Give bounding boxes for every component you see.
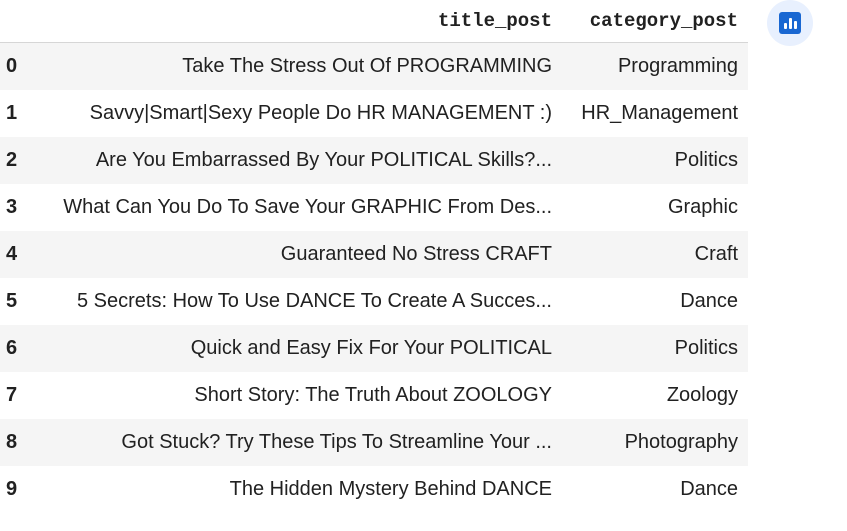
table-row: 4 Guaranteed No Stress CRAFT Craft [0,230,748,278]
cell-title-post: Got Stuck? Try These Tips To Streamline … [121,430,552,453]
cell-title-post: 5 Secrets: How To Use DANCE To Create A … [76,289,552,312]
cell-category-post: Graphic [667,195,738,218]
cell-category-post: Programming [617,54,738,77]
table-row: 7 Short Story: The Truth About ZOOLOGY Zoo… [0,371,748,419]
table-row: 5 5 Secrets: How To Use DANCE To Create A… [0,277,748,325]
header-row: title_post category_post [0,0,748,43]
dataframe-table: title_post category_post 0 Take The Stres… [0,0,748,513]
cell-category-post: Politics [674,148,738,171]
row-index: 6 [6,336,18,359]
cell-title-post: Take The Stress Out Of PROGRAMMING [182,54,552,77]
row-index: 4 [6,242,18,265]
table-row: 8 Got Stuck? Try These Tips To Streamline… [0,418,748,466]
cell-category-post: Zoology [666,383,738,406]
table-row: 6 Quick and Easy Fix For Your POLITICAL Po… [0,324,748,372]
cell-category-post: Craft [694,242,738,265]
table-row: 2 Are You Embarrassed By Your POLITICAL S… [0,136,748,184]
cell-title-post: Short Story: The Truth About ZOOLOGY [194,383,552,406]
table-row: 9 The Hidden Mystery Behind DANCE Dance [0,465,748,513]
row-index: 1 [6,101,18,124]
cell-category-post: HR_Management [581,101,738,124]
row-index: 0 [6,54,18,77]
table-row: 1 Savvy|Smart|Sexy People Do HR MANAGEMEN… [0,89,748,137]
table-row: 3 What Can You Do To Save Your GRAPHIC Fr… [0,183,748,231]
column-header-category-post: category_post [552,0,748,43]
cell-title-post: What Can You Do To Save Your GRAPHIC Fro… [63,195,552,218]
bar-chart-icon [779,12,801,34]
cell-title-post: Are You Embarrassed By Your POLITICAL Sk… [95,148,552,171]
row-index: 8 [6,430,18,453]
cell-category-post: Dance [680,289,738,312]
table-row: 0 Take The Stress Out Of PROGRAMMING Progr… [0,42,748,90]
row-index: 3 [6,195,18,218]
cell-category-post: Politics [674,336,738,359]
dataframe-output: title_post category_post 0 Take The Stres… [0,0,748,513]
row-index: 9 [6,477,18,500]
suggest-chart-button[interactable] [767,0,813,46]
index-header [0,0,34,43]
row-index: 5 [6,289,18,312]
cell-title-post: The Hidden Mystery Behind DANCE [229,477,552,500]
cell-title-post: Guaranteed No Stress CRAFT [280,242,552,265]
cell-category-post: Dance [680,477,738,500]
column-header-title-post: title_post [34,0,552,43]
row-index: 2 [6,148,18,171]
row-index: 7 [6,383,18,406]
cell-category-post: Photography [624,430,738,453]
cell-title-post: Savvy|Smart|Sexy People Do HR MANAGEMENT… [89,101,552,124]
cell-title-post: Quick and Easy Fix For Your POLITICAL [190,336,552,359]
